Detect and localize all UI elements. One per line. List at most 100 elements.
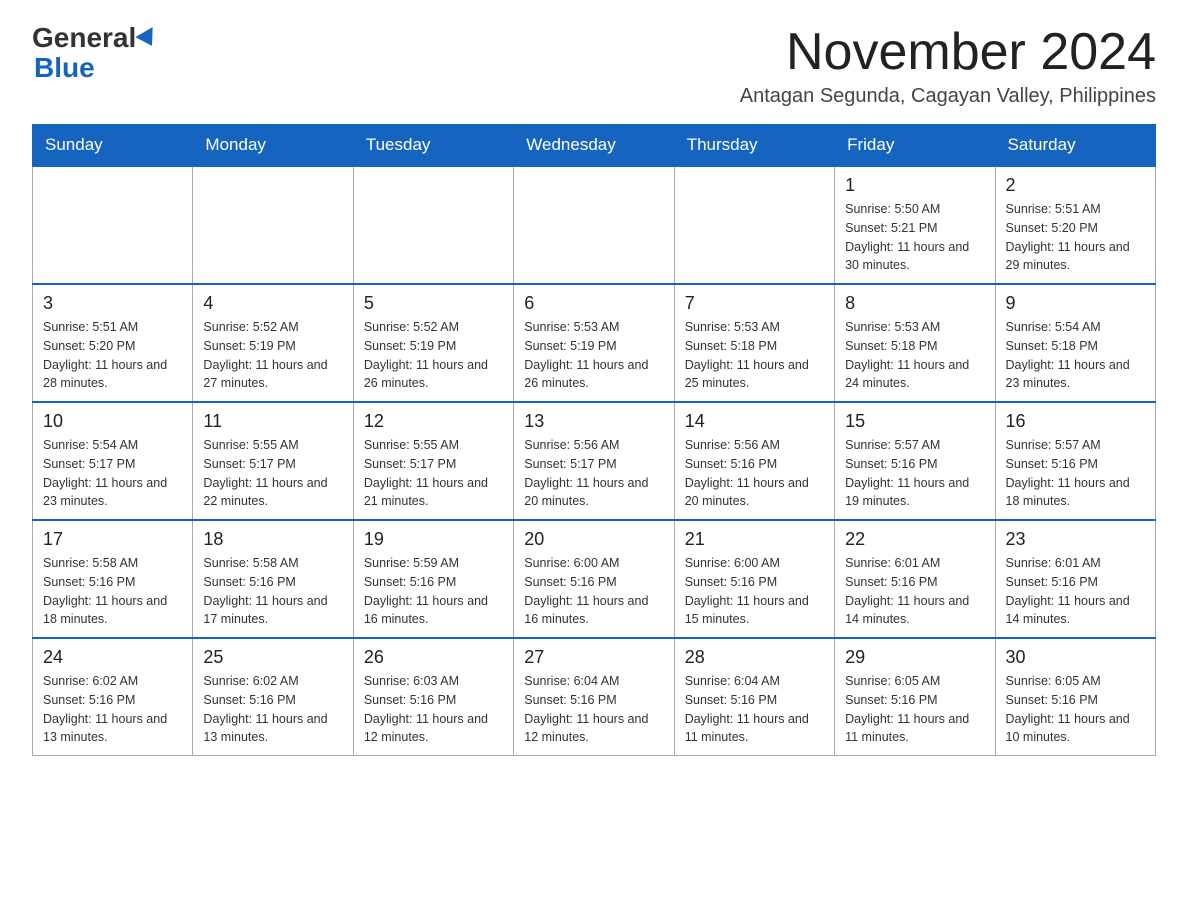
day-info: Sunrise: 6:05 AMSunset: 5:16 PMDaylight:…	[1006, 672, 1145, 747]
cell-week2-day0: 3 Sunrise: 5:51 AMSunset: 5:20 PMDaylight…	[33, 284, 193, 402]
day-number: 26	[364, 647, 503, 668]
day-number: 5	[364, 293, 503, 314]
cell-week5-day4: 28 Sunrise: 6:04 AMSunset: 5:16 PMDayligh…	[674, 638, 834, 756]
col-sunday: Sunday	[33, 125, 193, 167]
day-info: Sunrise: 6:04 AMSunset: 5:16 PMDaylight:…	[685, 672, 824, 747]
day-info: Sunrise: 5:53 AMSunset: 5:19 PMDaylight:…	[524, 318, 663, 393]
cell-week1-day1	[193, 166, 353, 284]
day-info: Sunrise: 6:00 AMSunset: 5:16 PMDaylight:…	[685, 554, 824, 629]
day-info: Sunrise: 6:02 AMSunset: 5:16 PMDaylight:…	[203, 672, 342, 747]
day-number: 1	[845, 175, 984, 196]
col-thursday: Thursday	[674, 125, 834, 167]
cell-week4-day0: 17 Sunrise: 5:58 AMSunset: 5:16 PMDayligh…	[33, 520, 193, 638]
day-number: 19	[364, 529, 503, 550]
day-number: 23	[1006, 529, 1145, 550]
day-info: Sunrise: 5:51 AMSunset: 5:20 PMDaylight:…	[1006, 200, 1145, 275]
day-number: 9	[1006, 293, 1145, 314]
day-info: Sunrise: 5:52 AMSunset: 5:19 PMDaylight:…	[364, 318, 503, 393]
col-monday: Monday	[193, 125, 353, 167]
title-area: November 2024 Antagan Segunda, Cagayan V…	[740, 24, 1156, 108]
day-number: 28	[685, 647, 824, 668]
cell-week4-day2: 19 Sunrise: 5:59 AMSunset: 5:16 PMDayligh…	[353, 520, 513, 638]
day-info: Sunrise: 5:57 AMSunset: 5:16 PMDaylight:…	[1006, 436, 1145, 511]
day-info: Sunrise: 5:58 AMSunset: 5:16 PMDaylight:…	[43, 554, 182, 629]
week-row-2: 3 Sunrise: 5:51 AMSunset: 5:20 PMDaylight…	[33, 284, 1156, 402]
day-info: Sunrise: 5:58 AMSunset: 5:16 PMDaylight:…	[203, 554, 342, 629]
cell-week2-day3: 6Sunrise: 5:53 AMSunset: 5:19 PMDaylight…	[514, 284, 674, 402]
cell-week2-day4: 7 Sunrise: 5:53 AMSunset: 5:18 PMDaylight…	[674, 284, 834, 402]
day-number: 10	[43, 411, 182, 432]
cell-week5-day1: 25 Sunrise: 6:02 AMSunset: 5:16 PMDayligh…	[193, 638, 353, 756]
calendar-table: Sunday Monday Tuesday Wednesday Thursday…	[32, 124, 1156, 756]
cell-week1-day5: 1 Sunrise: 5:50 AMSunset: 5:21 PMDaylight…	[835, 166, 995, 284]
day-number: 14	[685, 411, 824, 432]
cell-week4-day5: 22Sunrise: 6:01 AMSunset: 5:16 PMDayligh…	[835, 520, 995, 638]
day-info: Sunrise: 6:02 AMSunset: 5:16 PMDaylight:…	[43, 672, 182, 747]
col-friday: Friday	[835, 125, 995, 167]
day-info: Sunrise: 5:51 AMSunset: 5:20 PMDaylight:…	[43, 318, 182, 393]
cell-week3-day1: 11 Sunrise: 5:55 AMSunset: 5:17 PMDayligh…	[193, 402, 353, 520]
cell-week3-day4: 14 Sunrise: 5:56 AMSunset: 5:16 PMDayligh…	[674, 402, 834, 520]
col-wednesday: Wednesday	[514, 125, 674, 167]
cell-week5-day5: 29 Sunrise: 6:05 AMSunset: 5:16 PMDayligh…	[835, 638, 995, 756]
day-info: Sunrise: 6:01 AMSunset: 5:16 PMDaylight:…	[1006, 554, 1145, 629]
week-row-3: 10 Sunrise: 5:54 AMSunset: 5:17 PMDayligh…	[33, 402, 1156, 520]
day-info: Sunrise: 5:53 AMSunset: 5:18 PMDaylight:…	[845, 318, 984, 393]
day-info: Sunrise: 5:56 AMSunset: 5:17 PMDaylight:…	[524, 436, 663, 511]
logo-triangle-icon	[136, 27, 161, 51]
day-info: Sunrise: 5:59 AMSunset: 5:16 PMDaylight:…	[364, 554, 503, 629]
cell-week3-day5: 15 Sunrise: 5:57 AMSunset: 5:16 PMDayligh…	[835, 402, 995, 520]
day-number: 8	[845, 293, 984, 314]
day-info: Sunrise: 5:55 AMSunset: 5:17 PMDaylight:…	[203, 436, 342, 511]
cell-week2-day1: 4 Sunrise: 5:52 AMSunset: 5:19 PMDaylight…	[193, 284, 353, 402]
cell-week3-day3: 13 Sunrise: 5:56 AMSunset: 5:17 PMDayligh…	[514, 402, 674, 520]
cell-week3-day6: 16 Sunrise: 5:57 AMSunset: 5:16 PMDayligh…	[995, 402, 1155, 520]
day-number: 3	[43, 293, 182, 314]
week-row-5: 24Sunrise: 6:02 AMSunset: 5:16 PMDayligh…	[33, 638, 1156, 756]
day-info: Sunrise: 5:52 AMSunset: 5:19 PMDaylight:…	[203, 318, 342, 393]
week-row-4: 17 Sunrise: 5:58 AMSunset: 5:16 PMDayligh…	[33, 520, 1156, 638]
day-info: Sunrise: 5:54 AMSunset: 5:17 PMDaylight:…	[43, 436, 182, 511]
day-number: 7	[685, 293, 824, 314]
cell-week1-day6: 2Sunrise: 5:51 AMSunset: 5:20 PMDaylight…	[995, 166, 1155, 284]
calendar-header-row: Sunday Monday Tuesday Wednesday Thursday…	[33, 125, 1156, 167]
cell-week1-day0	[33, 166, 193, 284]
cell-week1-day4	[674, 166, 834, 284]
day-number: 4	[203, 293, 342, 314]
day-number: 17	[43, 529, 182, 550]
col-tuesday: Tuesday	[353, 125, 513, 167]
cell-week5-day6: 30Sunrise: 6:05 AMSunset: 5:16 PMDayligh…	[995, 638, 1155, 756]
cell-week5-day0: 24Sunrise: 6:02 AMSunset: 5:16 PMDayligh…	[33, 638, 193, 756]
day-number: 18	[203, 529, 342, 550]
day-number: 29	[845, 647, 984, 668]
day-info: Sunrise: 5:53 AMSunset: 5:18 PMDaylight:…	[685, 318, 824, 393]
week-row-1: 1 Sunrise: 5:50 AMSunset: 5:21 PMDaylight…	[33, 166, 1156, 284]
page-header: General Blue November 2024 Antagan Segun…	[32, 24, 1156, 108]
logo-blue: Blue	[34, 52, 95, 83]
day-number: 13	[524, 411, 663, 432]
day-number: 16	[1006, 411, 1145, 432]
day-number: 21	[685, 529, 824, 550]
cell-week2-day5: 8 Sunrise: 5:53 AMSunset: 5:18 PMDaylight…	[835, 284, 995, 402]
cell-week3-day0: 10 Sunrise: 5:54 AMSunset: 5:17 PMDayligh…	[33, 402, 193, 520]
calendar-subtitle: Antagan Segunda, Cagayan Valley, Philipp…	[740, 85, 1156, 108]
cell-week1-day2	[353, 166, 513, 284]
day-info: Sunrise: 6:00 AMSunset: 5:16 PMDaylight:…	[524, 554, 663, 629]
day-info: Sunrise: 6:03 AMSunset: 5:16 PMDaylight:…	[364, 672, 503, 747]
day-number: 11	[203, 411, 342, 432]
day-info: Sunrise: 6:04 AMSunset: 5:16 PMDaylight:…	[524, 672, 663, 747]
day-info: Sunrise: 5:50 AMSunset: 5:21 PMDaylight:…	[845, 200, 984, 275]
day-number: 15	[845, 411, 984, 432]
cell-week4-day4: 21 Sunrise: 6:00 AMSunset: 5:16 PMDayligh…	[674, 520, 834, 638]
cell-week3-day2: 12Sunrise: 5:55 AMSunset: 5:17 PMDayligh…	[353, 402, 513, 520]
cell-week5-day2: 26 Sunrise: 6:03 AMSunset: 5:16 PMDayligh…	[353, 638, 513, 756]
day-info: Sunrise: 5:54 AMSunset: 5:18 PMDaylight:…	[1006, 318, 1145, 393]
day-number: 27	[524, 647, 663, 668]
day-number: 25	[203, 647, 342, 668]
day-info: Sunrise: 5:56 AMSunset: 5:16 PMDaylight:…	[685, 436, 824, 511]
logo-area: General Blue	[32, 24, 158, 84]
day-info: Sunrise: 6:05 AMSunset: 5:16 PMDaylight:…	[845, 672, 984, 747]
logo-general: General	[32, 24, 136, 52]
cell-week4-day3: 20Sunrise: 6:00 AMSunset: 5:16 PMDayligh…	[514, 520, 674, 638]
day-info: Sunrise: 5:57 AMSunset: 5:16 PMDaylight:…	[845, 436, 984, 511]
